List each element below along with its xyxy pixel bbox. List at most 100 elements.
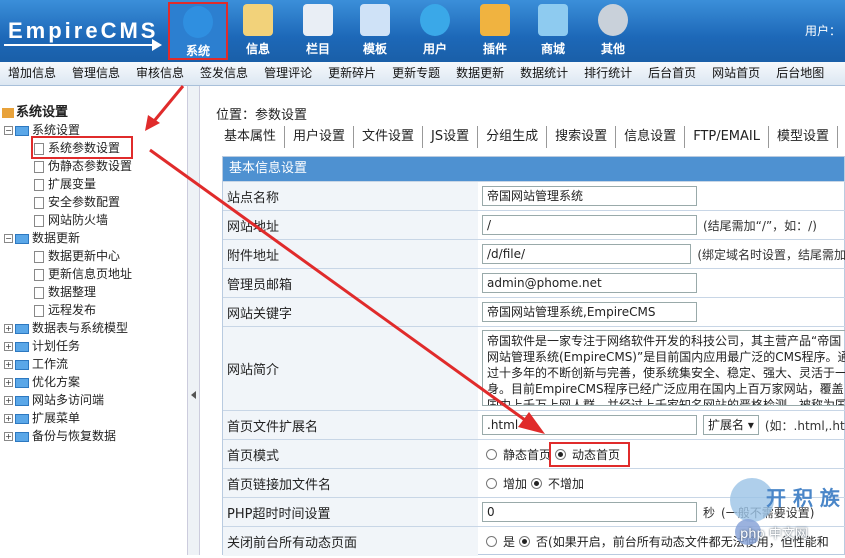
topnav-2[interactable]: 栏目: [293, 2, 343, 60]
sidebar-item[interactable]: 数据整理: [34, 283, 96, 301]
gear-icon: [598, 4, 628, 36]
sidebar-item[interactable]: + 数据表与系统模型: [4, 319, 128, 337]
sidebar-item[interactable]: + 计划任务: [4, 337, 80, 355]
sidebar-item[interactable]: 更新信息页地址: [34, 265, 132, 283]
settings-tab[interactable]: 图片: [838, 126, 845, 148]
sidebar-item-label: 数据更新中心: [48, 249, 121, 263]
attach-url-input[interactable]: /d/file/: [482, 244, 692, 264]
sidebar-item[interactable]: + 备份与恢复数据: [4, 427, 116, 445]
sidebar-item[interactable]: − 数据更新: [4, 229, 80, 247]
sidebar-item[interactable]: 伪静态参数设置: [34, 157, 132, 175]
link-add-label: 增加: [503, 476, 528, 491]
settings-tab[interactable]: 模型设置: [769, 126, 839, 148]
collapse-arrow-icon[interactable]: [191, 391, 196, 399]
menubar-item[interactable]: 排行统计: [576, 62, 640, 85]
topnav-label: 其他: [600, 42, 625, 56]
top-header: EmpireCMS 系统 信息 栏目 模板 用户 插件 商城 其他 用户：: [0, 0, 845, 62]
expand-toggle-icon[interactable]: −: [4, 126, 13, 135]
menubar-item[interactable]: 数据更新: [448, 62, 512, 85]
topnav-6[interactable]: 商城: [528, 2, 578, 60]
sidebar-item-label: 计划任务: [32, 339, 81, 353]
sidebar-root[interactable]: 系统设置: [2, 104, 68, 122]
menubar-item[interactable]: 签发信息: [192, 62, 256, 85]
index-ext-input[interactable]: .html: [482, 415, 697, 435]
menubar-item[interactable]: 更新碎片: [320, 62, 384, 85]
intro-textarea[interactable]: 帝国软件是一家专注于网络软件开发的科技公司，其主营产品“帝国网站管理系统(Emp…: [482, 330, 845, 406]
admin-email-input[interactable]: admin@phome.net: [482, 273, 697, 293]
sidebar-item-label: 扩展变量: [48, 177, 97, 191]
menubar-item[interactable]: 后台地图: [768, 62, 832, 85]
settings-tab[interactable]: 用户设置: [285, 126, 355, 148]
empirecms-logo[interactable]: EmpireCMS: [4, 10, 164, 54]
expand-toggle-icon[interactable]: +: [4, 432, 13, 441]
form-header: 基本信息设置: [223, 157, 844, 181]
menubar-item[interactable]: 网站首页: [704, 62, 768, 85]
settings-tab[interactable]: 搜索设置: [547, 126, 617, 148]
menubar-item[interactable]: 管理评论: [256, 62, 320, 85]
sidebar-item[interactable]: 安全参数配置: [34, 193, 120, 211]
dynamic-index-radio[interactable]: [555, 448, 567, 460]
close-yes-radio[interactable]: [486, 536, 497, 547]
watermark-text-2: php 中文网: [740, 527, 808, 542]
attach-url-note: (绑定域名时设置，结尾需加: [697, 247, 845, 262]
topnav-5[interactable]: 插件: [470, 2, 520, 60]
ext-select[interactable]: 扩展名 ▾: [703, 415, 759, 435]
link-noadd-radio[interactable]: [531, 477, 543, 489]
document-icon: [243, 4, 273, 36]
sidebar-item[interactable]: 数据更新中心: [34, 247, 120, 265]
site-url-input[interactable]: /: [482, 215, 697, 235]
expand-toggle-icon[interactable]: +: [4, 342, 13, 351]
settings-tab[interactable]: 文件设置: [354, 126, 424, 148]
expand-toggle-icon[interactable]: +: [4, 378, 13, 387]
site-url-label: 网站地址: [223, 211, 478, 239]
folder-icon: [15, 431, 29, 442]
settings-tab[interactable]: FTP/EMAIL: [685, 126, 769, 148]
sidebar-item[interactable]: − 系统设置: [4, 121, 80, 139]
settings-tab[interactable]: 分组生成: [478, 126, 548, 148]
keywords-input[interactable]: 帝国网站管理系统,EmpireCMS: [482, 302, 697, 322]
menubar-item[interactable]: 数据统计: [512, 62, 576, 85]
settings-tabs: 基本属性 用户设置 文件设置 JS设置 分组生成 搜索设置 信息设置 FTP/EMAIL 模型设…: [216, 126, 845, 148]
topnav-4[interactable]: 用户: [410, 2, 460, 60]
expand-toggle-icon[interactable]: +: [4, 360, 13, 369]
menubar-item[interactable]: 审核信息: [128, 62, 192, 85]
topnav-1[interactable]: 信息: [233, 2, 283, 60]
expand-toggle-icon[interactable]: +: [4, 414, 13, 423]
intro-label: 网站简介: [223, 327, 478, 410]
topnav-label: 栏目: [305, 42, 330, 56]
php-timeout-input[interactable]: 0: [482, 502, 697, 522]
sidebar-item[interactable]: 网站防火墙: [34, 211, 108, 229]
link-add-radio[interactable]: [486, 477, 497, 489]
topnav-0[interactable]: 系统: [168, 2, 228, 60]
sidebar-item[interactable]: 扩展变量: [34, 175, 96, 193]
sidebar-item-label: 扩展菜单: [32, 411, 81, 425]
settings-tab[interactable]: JS设置: [423, 126, 479, 148]
settings-tab[interactable]: 信息设置: [616, 126, 686, 148]
expand-toggle-icon[interactable]: +: [4, 324, 13, 333]
menubar-item[interactable]: 后台首页: [640, 62, 704, 85]
settings-tab[interactable]: 基本属性: [216, 126, 286, 148]
sidebar-item-label: 远程发布: [48, 303, 97, 317]
close-no-radio[interactable]: [519, 536, 531, 547]
menubar-item[interactable]: 管理信息: [64, 62, 128, 85]
site-name-input[interactable]: 帝国网站管理系统: [482, 186, 697, 206]
house-icon: [2, 107, 14, 118]
menubar-item[interactable]: 更新专题: [384, 62, 448, 85]
sidebar-item[interactable]: + 扩展菜单: [4, 409, 80, 427]
topnav-7[interactable]: 其他: [588, 2, 638, 60]
sidebar-item[interactable]: + 优化方案: [4, 373, 80, 391]
sidebar-item[interactable]: + 网站多访问端: [4, 391, 104, 409]
menubar-item[interactable]: 增加信息: [0, 62, 64, 85]
sidebar-item-label: 数据表与系统模型: [32, 321, 129, 335]
expand-toggle-icon[interactable]: +: [4, 396, 13, 405]
sidebar-splitter[interactable]: [187, 86, 200, 555]
sidebar-item[interactable]: 远程发布: [34, 301, 96, 319]
topnav-3[interactable]: 模板: [350, 2, 400, 60]
sidebar-item-label: 系统设置: [32, 123, 81, 137]
sidebar-item[interactable]: 系统参数设置: [34, 139, 120, 157]
topnav-label: 模板: [362, 42, 387, 56]
expand-toggle-icon[interactable]: −: [4, 234, 13, 243]
static-index-radio[interactable]: [486, 448, 497, 460]
folder-icon: [15, 233, 29, 244]
sidebar-item[interactable]: + 工作流: [4, 355, 68, 373]
